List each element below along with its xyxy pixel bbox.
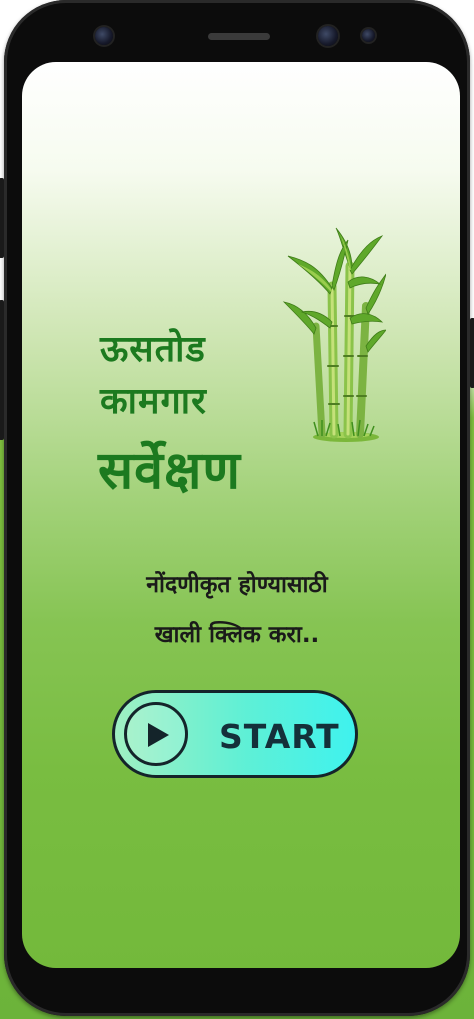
play-button-circle[interactable] — [124, 702, 188, 766]
iris-sensor-icon — [362, 29, 375, 42]
app-screen — [22, 62, 460, 968]
bixby-button — [470, 318, 474, 388]
phone-frame — [0, 0, 474, 1016]
title-line-3: सर्वेक्षण — [98, 441, 241, 501]
start-button-label: START — [219, 717, 340, 756]
play-icon — [148, 723, 169, 747]
sugarcane-illustration — [282, 227, 386, 442]
title-line-1: ऊसतोड — [100, 329, 206, 370]
sensor-icon — [95, 27, 113, 45]
title-line-2: कामगार — [100, 381, 207, 422]
page-background: ऊसतोड कामगार सर्वेक्षण नोंदणीकृत होण्यास… — [0, 0, 474, 1019]
volume-button — [0, 300, 4, 440]
front-camera-icon — [318, 26, 338, 46]
power-button — [0, 178, 4, 258]
instruction-line-2: खाली क्लिक करा.. — [154, 622, 320, 648]
start-button[interactable]: START — [112, 690, 358, 778]
instruction-line-1: नोंदणीकृत होण्यासाठी — [146, 572, 328, 598]
earpiece-speaker — [208, 33, 270, 40]
